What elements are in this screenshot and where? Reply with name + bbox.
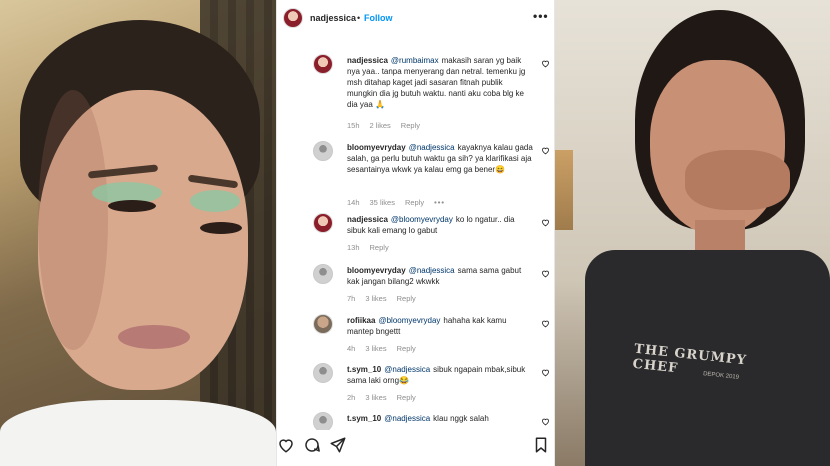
comment-meta: 15h 2 likes Reply — [347, 121, 430, 130]
comment-username[interactable]: t.sym_10 — [347, 414, 381, 423]
comment-meta: 4h 3 likes Reply — [347, 344, 426, 353]
comment-like-heart-icon[interactable] — [541, 146, 550, 155]
comment-text: nadjessica @bloomyevryday ko lo ngatur.. d… — [347, 214, 533, 236]
comment-mention[interactable]: @nadjessica — [409, 266, 455, 275]
comment-username[interactable]: nadjessica — [347, 56, 388, 65]
heart-icon[interactable] — [277, 436, 295, 454]
glass-jar — [555, 150, 573, 230]
lips — [118, 325, 190, 349]
comment-time: 2h — [347, 393, 356, 402]
avatar[interactable] — [313, 264, 333, 284]
separator-dot: • — [357, 13, 361, 23]
comment-likes[interactable]: 3 likes — [365, 393, 386, 402]
comment-icon[interactable] — [303, 436, 321, 454]
comment-username[interactable]: nadjessica — [347, 215, 388, 224]
comment-text: t.sym_10 @nadjessica klau nggk salah — [347, 413, 533, 424]
reply-button[interactable]: Reply — [405, 198, 424, 207]
left-eye — [108, 200, 156, 212]
comment-username[interactable]: rofiikaa — [347, 316, 375, 325]
comment-time: 4h — [347, 344, 356, 353]
comment-likes[interactable]: 35 likes — [370, 198, 395, 207]
comment-likes[interactable]: 3 likes — [365, 344, 386, 353]
comment-mention[interactable]: @bloomyevryday — [391, 215, 453, 224]
comment-text: nadjessica @rumbaimax makasih saran yg bai… — [347, 55, 533, 110]
comment-meta: 7h 3 likes Reply — [347, 294, 426, 303]
follow-button[interactable]: Follow — [364, 13, 393, 23]
comment-time: 13h — [347, 243, 360, 252]
reply-button[interactable]: Reply — [370, 243, 389, 252]
comment-meta: 14h 35 likes Reply ••• — [347, 198, 455, 207]
white-shirt — [0, 400, 276, 466]
share-icon[interactable] — [329, 436, 347, 454]
action-bar — [277, 430, 554, 466]
avatar[interactable] — [313, 141, 333, 161]
comment-time: 15h — [347, 121, 360, 130]
avatar[interactable] — [313, 363, 333, 383]
bookmark-icon[interactable] — [532, 436, 550, 454]
comment-like-heart-icon[interactable] — [541, 59, 550, 68]
comment-list[interactable]: nadjessica @rumbaimax makasih saran yg bai… — [277, 36, 554, 430]
comment-text: t.sym_10 @nadjessica sibuk ngapain mbak,si… — [347, 364, 533, 386]
comment-text: bloomyevryday @nadjessica sama sama gabut … — [347, 265, 533, 287]
comment-like-heart-icon[interactable] — [541, 269, 550, 278]
avatar[interactable] — [313, 412, 333, 430]
comment-time: 14h — [347, 198, 360, 207]
post-header: nadjessica • Follow ••• — [277, 0, 554, 36]
comment-mention[interactable]: @nadjessica — [409, 143, 455, 152]
comment-likes[interactable]: 3 likes — [365, 294, 386, 303]
instagram-post-panel: nadjessica • Follow ••• nadjessica @rumba… — [276, 0, 555, 466]
comment-username[interactable]: bloomyevryday — [347, 266, 406, 275]
comment-text: rofiikaa @bloomyevryday hahaha kak kamu ma… — [347, 315, 533, 337]
reply-button[interactable]: Reply — [397, 344, 416, 353]
reply-button[interactable]: Reply — [397, 393, 416, 402]
reply-button[interactable]: Reply — [401, 121, 420, 130]
comment-meta: 2h 3 likes Reply — [347, 393, 426, 402]
comment-username[interactable]: bloomyevryday — [347, 143, 406, 152]
right-eye — [200, 222, 242, 234]
comment-like-heart-icon[interactable] — [541, 218, 550, 227]
hand — [685, 150, 790, 210]
more-options-icon[interactable]: ••• — [434, 198, 445, 207]
comment-mention[interactable]: @nadjessica — [384, 414, 430, 423]
avatar[interactable] — [313, 54, 333, 74]
comment-body: klau nggk salah — [433, 414, 489, 423]
comment-like-heart-icon[interactable] — [541, 368, 550, 377]
comment-mention[interactable]: @nadjessica — [384, 365, 430, 374]
reply-button[interactable]: Reply — [397, 294, 416, 303]
right-eyeshadow — [190, 190, 240, 212]
comment-mention[interactable]: @bloomyevryday — [378, 316, 440, 325]
face-shadow — [38, 90, 108, 350]
comment-time: 7h — [347, 294, 356, 303]
post-username[interactable]: nadjessica — [310, 13, 356, 23]
comment-like-heart-icon[interactable] — [541, 319, 550, 328]
avatar[interactable] — [283, 8, 303, 28]
comment-meta: 13h Reply — [347, 243, 399, 252]
comment-text: bloomyevryday @nadjessica kayaknya kalau g… — [347, 142, 533, 175]
left-photo — [0, 0, 276, 466]
avatar[interactable] — [313, 314, 333, 334]
comment-mention[interactable]: @rumbaimax — [391, 56, 439, 65]
comment-username[interactable]: t.sym_10 — [347, 365, 381, 374]
more-options-icon[interactable]: ••• — [533, 9, 549, 23]
right-photo: THE GRUMPY CHEF DEPOK 2019 — [555, 0, 830, 466]
comment-likes[interactable]: 2 likes — [370, 121, 391, 130]
avatar[interactable] — [313, 213, 333, 233]
comment-like-heart-icon[interactable] — [541, 417, 550, 426]
